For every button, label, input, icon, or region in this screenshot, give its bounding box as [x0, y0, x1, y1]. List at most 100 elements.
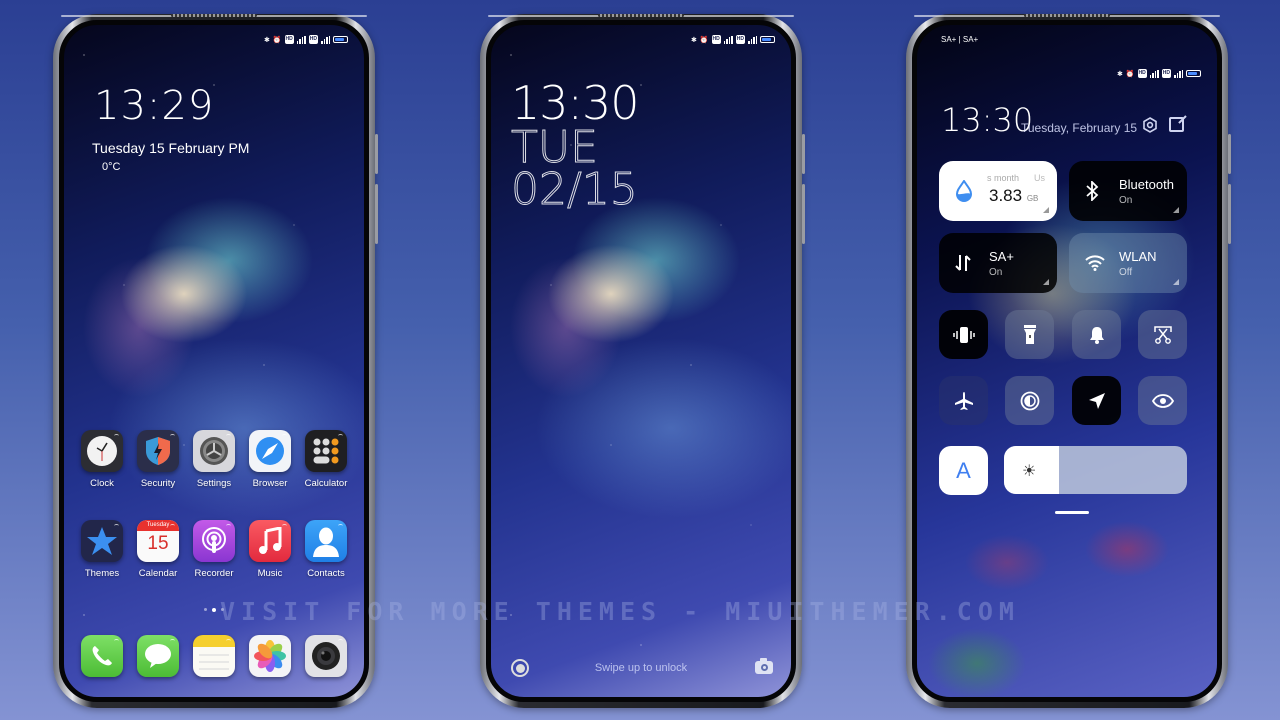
dock-messages[interactable] [130, 635, 186, 677]
hd-icon: HD [308, 35, 318, 44]
dock-notes[interactable] [186, 635, 242, 677]
battery-icon [1186, 70, 1201, 77]
data-label-right: Us [1034, 173, 1045, 183]
app-music[interactable]: Music [242, 520, 298, 579]
toggle-screenshot[interactable] [1138, 310, 1187, 359]
calendar-icon: Tuesday 15 [137, 520, 179, 562]
status-bar: ✱ ⏰ HD HD [691, 35, 775, 44]
expand-corner-icon [1173, 279, 1179, 285]
app-clock[interactable]: Clock [74, 430, 130, 489]
data-value: 3.83 GB [989, 186, 1038, 206]
carrier-label: SA+ | SA+ [941, 35, 979, 44]
cc-date: Tuesday, February 15 [1021, 121, 1138, 135]
volume-button [375, 134, 378, 174]
camera-shortcut-icon[interactable] [755, 658, 773, 674]
tile-mobile-data[interactable]: SA+ On [939, 233, 1057, 293]
dock-camera[interactable] [298, 635, 354, 677]
bluetooth-icon: ✱ [690, 36, 697, 44]
app-calculator[interactable]: Calculator [298, 430, 354, 489]
screenshot-scissors-icon [1153, 325, 1172, 344]
earpiece-speaker [171, 14, 257, 17]
brightness-slider[interactable]: ☀ [1004, 446, 1187, 494]
settings-hexagon-icon[interactable] [1142, 117, 1158, 133]
app-label: Recorder [194, 568, 234, 579]
weather-temperature[interactable]: 0°C [102, 161, 120, 173]
toggle-airplane-mode[interactable] [939, 376, 988, 425]
gallery-pinwheel-icon [249, 635, 291, 677]
tile-title: Bluetooth [1119, 176, 1174, 192]
water-drop-icon [955, 180, 977, 202]
person-icon [305, 520, 347, 562]
bell-icon [1089, 326, 1105, 344]
star-icon [81, 520, 123, 562]
status-bar: ✱ ⏰ HD HD [1117, 69, 1201, 78]
tile-wlan[interactable]: WLAN Off [1069, 233, 1187, 293]
clock-widget-time[interactable]: 13:29 [94, 83, 214, 129]
swipe-hint: Swipe up to unlock [594, 662, 688, 674]
tile-status: Off [1119, 266, 1133, 278]
podcast-mic-icon [193, 520, 235, 562]
expand-corner-icon [1043, 279, 1049, 285]
phone-icon [81, 635, 123, 677]
app-label: Music [257, 568, 283, 579]
tile-bluetooth[interactable]: Bluetooth On [1069, 161, 1187, 221]
edit-icon[interactable] [1169, 117, 1184, 132]
app-label: Browser [252, 478, 288, 489]
app-settings[interactable]: Settings [186, 430, 242, 489]
eye-icon [1151, 393, 1174, 408]
app-themes[interactable]: Themes [74, 520, 130, 579]
toggle-vibrate[interactable] [939, 310, 988, 359]
toggle-flashlight[interactable] [1005, 310, 1054, 359]
dock-phone[interactable] [74, 635, 130, 677]
app-grid-row-1: Clock Security Settings Browser Calculat… [74, 430, 354, 489]
settings-gear-icon [193, 430, 235, 472]
hd-icon: HD [284, 35, 294, 44]
power-button [375, 184, 378, 244]
tile-title: SA+ [989, 248, 1014, 264]
tile-title: WLAN [1119, 248, 1157, 264]
app-calendar[interactable]: Tuesday 15 Calendar [130, 520, 186, 579]
lock-screen[interactable]: ✱ ⏰ HD HD 13:30 TUE 02/15 Swipe up to un… [486, 20, 796, 702]
hd-icon: HD [711, 35, 721, 44]
app-label: Calendar [138, 568, 178, 579]
dock-gallery[interactable] [242, 635, 298, 677]
alarm-icon: ⏰ [1125, 70, 1135, 78]
bluetooth-icon: ✱ [1116, 70, 1123, 78]
page-dot-active [212, 608, 216, 612]
expand-corner-icon [1173, 207, 1179, 213]
tile-status: On [1119, 194, 1133, 206]
security-shield-icon [137, 430, 179, 472]
bluetooth-icon [1085, 181, 1107, 201]
app-recorder[interactable]: Recorder [186, 520, 242, 579]
drawer-handle[interactable] [1055, 511, 1089, 514]
power-button [1228, 184, 1231, 244]
status-bar: ✱ ⏰ HD HD [264, 35, 348, 44]
message-bubble-icon [137, 635, 179, 677]
toggle-reading-mode[interactable] [1138, 376, 1187, 425]
app-browser[interactable]: Browser [242, 430, 298, 489]
signal-icon [296, 35, 306, 44]
toggle-location[interactable] [1072, 376, 1121, 425]
page-indicator[interactable] [64, 608, 364, 612]
location-arrow-icon [1088, 392, 1106, 410]
vibrate-icon [952, 326, 975, 344]
app-label: Settings [196, 478, 232, 489]
flashlight-icon [1023, 324, 1036, 345]
tile-data-usage[interactable]: s month Us 3.83 GB [939, 161, 1057, 221]
app-label: Security [140, 478, 176, 489]
compass-icon [249, 430, 291, 472]
toggle-dark-mode[interactable] [1005, 376, 1054, 425]
signal-icon [723, 35, 733, 44]
app-contacts[interactable]: Contacts [298, 520, 354, 579]
data-arrows-icon [955, 253, 977, 273]
phone-home-screen: ✱ ⏰ HD HD 13:29 Tuesday 15 February PM 0… [53, 14, 378, 708]
lock-bottom-bar: Swipe up to unlock [491, 657, 791, 681]
auto-brightness-button[interactable]: A [939, 446, 988, 495]
app-label: Clock [90, 478, 114, 489]
toggle-sound[interactable] [1072, 310, 1121, 359]
notes-icon [193, 635, 235, 677]
calendar-day-number: 15 [147, 533, 169, 554]
app-security[interactable]: Security [130, 430, 186, 489]
music-note-icon [249, 520, 291, 562]
data-amount: 3.83 [989, 186, 1023, 205]
